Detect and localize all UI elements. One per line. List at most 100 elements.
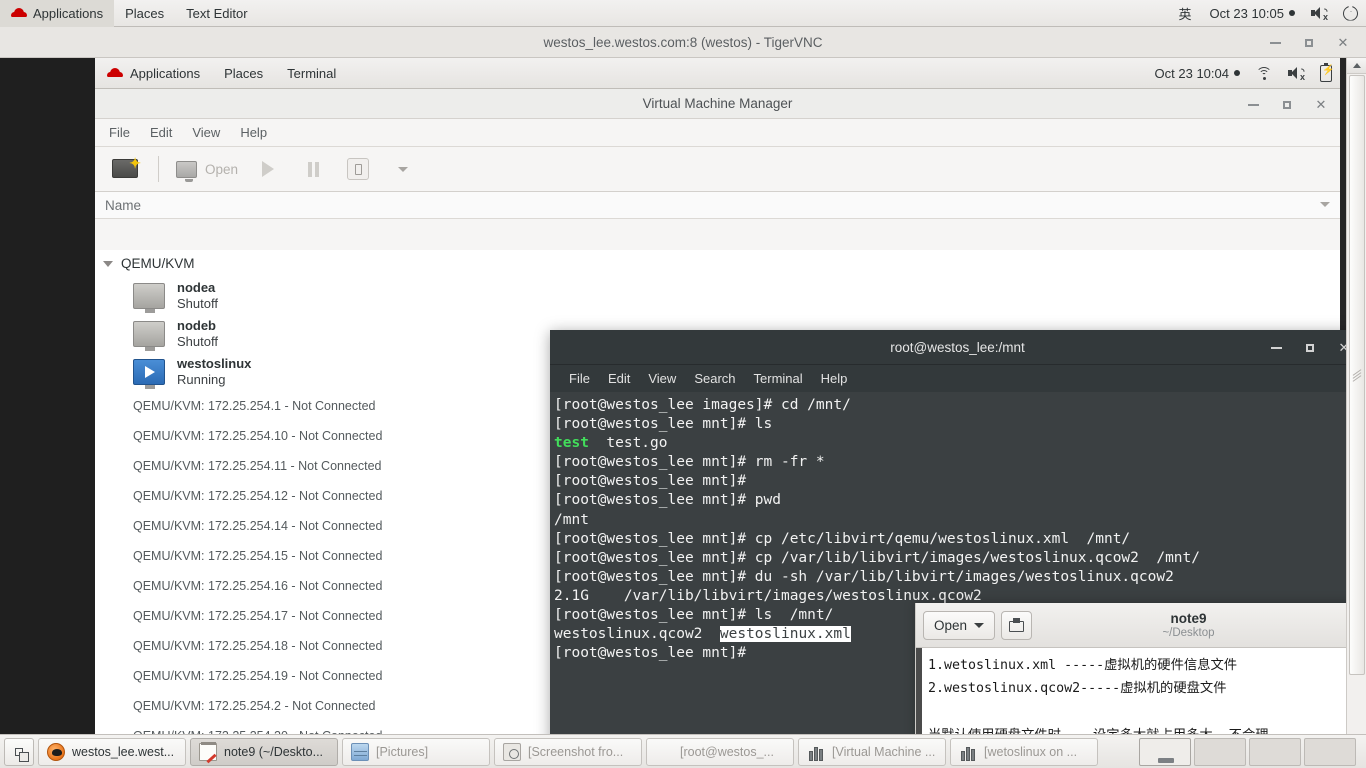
pause-vm-button[interactable] [292, 151, 334, 187]
taskbar-item-terminal[interactable]: [root@westos_... [646, 737, 794, 766]
redhat-logo-icon [11, 7, 27, 19]
connection-label: QEMU/KVM: 172.25.254.18 - Not Connected [133, 639, 383, 653]
taskbar-item-tigervnc[interactable]: westos_lee.west... [38, 737, 186, 766]
taskbar-item-virtual-machine-manager[interactable]: [Virtual Machine ... [798, 737, 946, 766]
vm-group-label: QEMU/KVM [121, 256, 195, 271]
workspace-4[interactable] [1304, 737, 1356, 766]
save-as-icon [1009, 617, 1025, 633]
vm-name: nodea [177, 279, 216, 295]
remote-clock-label: Oct 23 10:04 [1154, 65, 1229, 81]
terminal-menu-terminal[interactable]: Terminal [745, 365, 812, 392]
scrollbar-thumb[interactable] [1349, 75, 1365, 675]
host-places-menu[interactable]: Places [114, 0, 175, 27]
shutdown-options-dropdown[interactable] [382, 151, 424, 187]
show-desktop-button[interactable] [4, 737, 34, 766]
chevron-down-icon[interactable] [1320, 202, 1330, 207]
vmm-menu-edit-label: Edit [149, 125, 173, 140]
remote-terminal-label: Terminal [287, 65, 337, 81]
vmm-maximize-button[interactable] [1270, 89, 1304, 120]
gedit-filename: note9 [1170, 611, 1207, 627]
vmm-close-button[interactable]: ✕ [1304, 89, 1338, 120]
host-texteditor-label: Text Editor [186, 5, 248, 21]
taskbar-item-screenshot[interactable]: [Screenshot fro... [494, 737, 642, 766]
remote-terminal-menu[interactable]: Terminal [275, 58, 348, 89]
open-vm-button[interactable]: Open [170, 151, 244, 187]
shutdown-vm-button[interactable] [337, 151, 379, 187]
vm-row-nodea[interactable]: nodea Shutoff [95, 277, 1340, 315]
notification-dot-icon [1234, 70, 1240, 76]
run-vm-button[interactable] [247, 151, 289, 187]
speaker-muted-icon: x [1311, 6, 1330, 22]
host-applications-label: Applications [33, 5, 104, 21]
open-vm-label: Open [205, 161, 239, 177]
vnc-minimize-button[interactable] [1258, 27, 1292, 58]
terminal-minimize-button[interactable] [1259, 332, 1293, 363]
host-top-panel: Applications Places Text Editor 英 Oct 23… [0, 0, 1366, 27]
host-clock[interactable]: Oct 23 10:05 [1202, 6, 1303, 21]
terminal-selected-text[interactable]: westoslinux.xml [719, 626, 851, 643]
terminal-menu-terminal-label: Terminal [753, 371, 803, 386]
gedit-line: 1.wetoslinux.xml -----虚拟机的硬件信息文件 [928, 658, 1238, 673]
vm-group-qemu-kvm[interactable]: QEMU/KVM [95, 250, 1340, 277]
workspace-3[interactable] [1249, 737, 1301, 766]
terminal-menu-edit-label: Edit [607, 371, 631, 386]
vnc-viewport[interactable]: Applications Places Terminal Oct 23 10:0… [0, 58, 1366, 768]
terminal-menu-help[interactable]: Help [812, 365, 857, 392]
host-power-button[interactable] [1335, 0, 1366, 27]
open-file-button[interactable]: Open [923, 610, 996, 640]
terminal-menu-file-label: File [569, 371, 590, 386]
host-texteditor-menu[interactable]: Text Editor [175, 0, 258, 27]
toolbar-separator [158, 156, 159, 182]
remote-clock[interactable]: Oct 23 10:04 [1147, 66, 1248, 81]
vmm-titlebar[interactable]: Virtual Machine Manager ✕ [95, 89, 1340, 119]
remote-applications-menu[interactable]: Applications [95, 58, 212, 89]
host-applications-menu[interactable]: Applications [0, 0, 115, 27]
gedit-filepath: ~/Desktop [1162, 626, 1215, 639]
vmm-menu-file[interactable]: File [99, 119, 140, 147]
vmm-menu-help[interactable]: Help [230, 119, 277, 147]
terminal-menu-edit[interactable]: Edit [599, 365, 639, 392]
vm-list-column-header[interactable]: Name [95, 192, 1340, 219]
vmm-menu-edit[interactable]: Edit [140, 119, 182, 147]
vnc-close-button[interactable]: ✕ [1326, 27, 1360, 58]
remote-battery-button[interactable] [1312, 60, 1340, 87]
vnc-titlebar[interactable]: westos_lee.westos.com:8 (westos) - Tiger… [0, 27, 1366, 58]
vmm-menu-view[interactable]: View [182, 119, 230, 147]
vm-state: Running [177, 372, 226, 387]
speaker-muted-icon: x [1288, 66, 1307, 82]
vnc-vertical-scrollbar[interactable] [1346, 58, 1366, 734]
expander-icon[interactable] [103, 260, 113, 267]
vmm-menu-file-label: File [109, 125, 130, 140]
taskbar-item-label: note9 (~/Deskto... [224, 744, 324, 759]
input-method-indicator[interactable]: 英 [1169, 4, 1202, 23]
workspace-2[interactable] [1194, 737, 1246, 766]
workspace-switcher [1139, 737, 1362, 766]
vm-state: Shutoff [177, 334, 218, 349]
vnc-maximize-button[interactable] [1292, 27, 1326, 58]
remote-volume-button[interactable]: x [1280, 60, 1312, 87]
taskbar-item-westoslinux-console[interactable]: [wetoslinux on ... [950, 737, 1098, 766]
vm-state: Shutoff [177, 296, 218, 311]
taskbar-item-pictures[interactable]: [Pictures] [342, 737, 490, 766]
vm-stopped-icon [133, 321, 165, 351]
taskbar-item-note9[interactable]: note9 (~/Deskto... [190, 737, 338, 766]
terminal-line: [root@westos_lee mnt]# cp /etc/libvirt/q… [554, 530, 1131, 547]
terminal-titlebar[interactable]: root@westos_lee:/mnt ✕ [550, 330, 1365, 365]
remote-places-menu[interactable]: Places [212, 58, 275, 89]
vmm-menu-view-label: View [192, 125, 221, 140]
host-volume-button[interactable]: x [1303, 0, 1335, 27]
wifi-icon [1256, 66, 1272, 80]
vm-running-icon [133, 359, 165, 389]
terminal-menu-file[interactable]: File [560, 365, 599, 392]
new-vm-icon: ✦ [112, 156, 141, 181]
save-as-button[interactable] [1001, 610, 1033, 640]
terminal-menu-search[interactable]: Search [685, 365, 744, 392]
terminal-maximize-button[interactable] [1293, 332, 1327, 363]
remote-network-button[interactable] [1248, 60, 1280, 87]
scroll-up-icon[interactable] [1347, 58, 1366, 74]
new-vm-button[interactable]: ✦ [105, 151, 147, 187]
terminal-menu-view[interactable]: View [639, 365, 685, 392]
vmm-minimize-button[interactable] [1236, 89, 1270, 120]
workspace-1[interactable] [1139, 737, 1191, 766]
monitor-icon [176, 160, 197, 182]
